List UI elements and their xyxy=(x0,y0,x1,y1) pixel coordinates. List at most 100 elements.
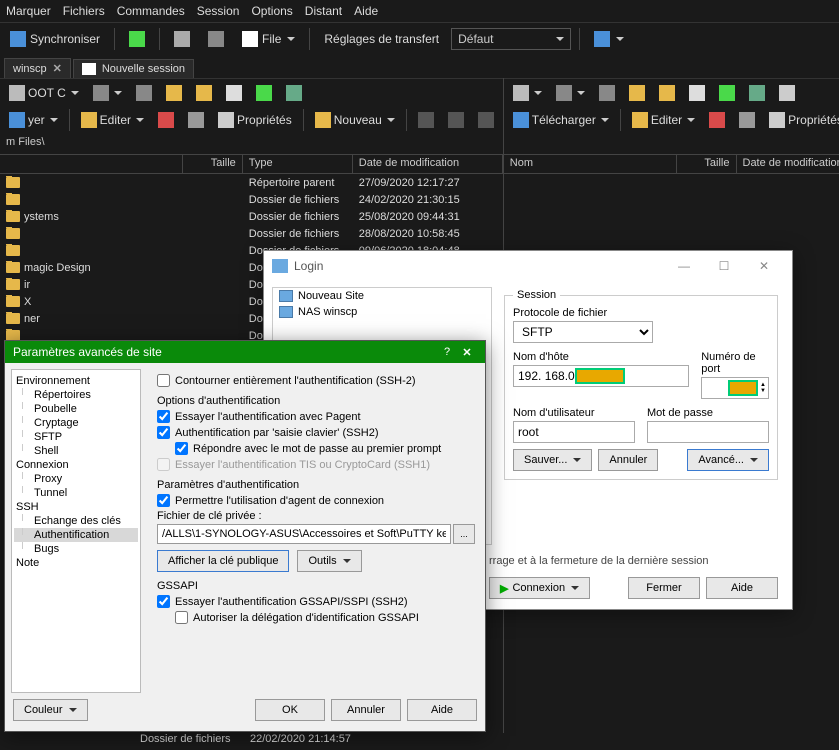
protocol-select[interactable]: SFTP xyxy=(513,321,653,343)
path-bar[interactable]: m Files\ xyxy=(0,134,503,154)
adv-close-icon[interactable]: ✕ xyxy=(457,346,477,359)
menu-distant[interactable]: Distant xyxy=(305,4,342,18)
ok-button[interactable]: OK xyxy=(255,699,325,721)
nav-refresh[interactable] xyxy=(251,83,277,103)
drive-selector[interactable]: OOT C xyxy=(4,83,84,103)
chk-gssapi[interactable] xyxy=(157,595,170,608)
remote-selector[interactable] xyxy=(508,83,547,103)
maximize-button[interactable]: ☐ xyxy=(704,252,744,280)
site-nas[interactable]: NAS winscp xyxy=(273,304,491,320)
close-button-footer[interactable]: Fermer xyxy=(628,577,700,599)
username-input[interactable] xyxy=(513,421,635,443)
adv-help-button[interactable]: Aide xyxy=(407,699,477,721)
r-tools-button[interactable] xyxy=(734,110,760,130)
adv-cancel-button[interactable]: Annuler xyxy=(331,699,401,721)
tab-new-session[interactable]: Nouvelle session xyxy=(73,59,194,78)
nav-root[interactable] xyxy=(191,83,217,103)
nav-home[interactable] xyxy=(221,83,247,103)
save-button[interactable]: Sauver... xyxy=(513,449,592,471)
table-row[interactable]: Répertoire parent27/09/2020 12:17:27 xyxy=(0,174,503,191)
r-nav-back[interactable] xyxy=(551,83,590,103)
tree-tunnel[interactable]: Tunnel xyxy=(14,486,138,500)
table-row[interactable]: Dossier de fichiers28/08/2020 10:58:45 xyxy=(0,225,503,242)
terminal-button[interactable] xyxy=(473,110,499,130)
btn-refresh-global[interactable] xyxy=(588,28,630,50)
chk-gssapi-delegate[interactable] xyxy=(175,611,188,624)
r-edit-button[interactable]: Editer xyxy=(627,110,700,130)
tree-shell[interactable]: Shell xyxy=(14,444,138,458)
r-nav-home[interactable] xyxy=(684,83,710,103)
tree-ssh[interactable]: SSH xyxy=(14,500,138,514)
site-new[interactable]: Nouveau Site xyxy=(273,288,491,304)
tree-cryptage[interactable]: Cryptage xyxy=(14,416,138,430)
nav-fwd[interactable] xyxy=(131,83,157,103)
menu-options[interactable]: Options xyxy=(251,4,292,18)
plus-button[interactable] xyxy=(413,110,439,130)
menu-session[interactable]: Session xyxy=(197,4,240,18)
col-name[interactable] xyxy=(0,155,183,173)
col-type[interactable]: Type xyxy=(243,155,353,173)
r-nav-find[interactable] xyxy=(744,83,770,103)
tree-bugs[interactable]: Bugs xyxy=(14,542,138,556)
r-nav-up[interactable] xyxy=(624,83,650,103)
nav-back[interactable] xyxy=(88,83,127,103)
close-button[interactable]: ✕ xyxy=(744,252,784,280)
tree-env[interactable]: Environnement xyxy=(14,374,138,388)
minimize-button[interactable]: — xyxy=(664,252,704,280)
show-key-button[interactable]: Afficher la clé publique xyxy=(157,550,289,572)
help-button[interactable]: Aide xyxy=(706,577,778,599)
minus-button[interactable] xyxy=(443,110,469,130)
tree-auth[interactable]: Authentification xyxy=(14,528,138,542)
tree-poubelle[interactable]: Poubelle xyxy=(14,402,138,416)
r-col-size[interactable]: Taille xyxy=(677,155,737,173)
r-nav-filter[interactable] xyxy=(774,83,800,103)
close-icon[interactable]: ✕ xyxy=(53,62,62,75)
table-row[interactable]: ystemsDossier de fichiers25/08/2020 09:4… xyxy=(0,208,503,225)
menu-commandes[interactable]: Commandes xyxy=(117,4,185,18)
table-row[interactable]: Dossier de fichiers24/02/2020 21:30:15 xyxy=(0,191,503,208)
col-date[interactable]: Date de modification xyxy=(353,155,503,173)
r-col-date[interactable]: Date de modification xyxy=(737,155,839,173)
nav-up[interactable] xyxy=(161,83,187,103)
r-delete-button[interactable] xyxy=(704,110,730,130)
upload-button[interactable]: yer xyxy=(4,110,63,130)
download-button[interactable]: Télécharger xyxy=(508,110,614,130)
delete-button[interactable] xyxy=(153,110,179,130)
cancel-button[interactable]: Annuler xyxy=(598,449,658,471)
r-properties-button[interactable]: Propriétés xyxy=(764,110,839,130)
adv-tree[interactable]: Environnement Répertoires Poubelle Crypt… xyxy=(11,369,141,693)
menu-marquer[interactable]: Marquer xyxy=(6,4,51,18)
port-down[interactable]: ▼ xyxy=(760,388,766,394)
chk-kbauth[interactable] xyxy=(157,426,170,439)
advanced-button[interactable]: Avancé... xyxy=(687,449,769,471)
btn-transfer-icon[interactable] xyxy=(123,28,151,50)
r-path-bar[interactable] xyxy=(504,134,839,154)
tab-winscp[interactable]: winscp✕ xyxy=(4,58,71,78)
tree-proxy[interactable]: Proxy xyxy=(14,472,138,486)
browse-keyfile-button[interactable]: ... xyxy=(453,524,475,544)
new-button[interactable]: Nouveau xyxy=(310,110,400,130)
sync-button[interactable]: Synchroniser xyxy=(4,28,106,50)
tree-conn[interactable]: Connexion xyxy=(14,458,138,472)
menu-aide[interactable]: Aide xyxy=(354,4,378,18)
chk-pagent[interactable] xyxy=(157,410,170,423)
properties-button[interactable]: Propriétés xyxy=(213,110,297,130)
chk-bypass[interactable] xyxy=(157,374,170,387)
transfer-settings-dropdown[interactable]: Défaut xyxy=(451,28,571,50)
r-nav-fwd[interactable] xyxy=(594,83,620,103)
r-col-name[interactable]: Nom xyxy=(504,155,677,173)
menu-fichiers[interactable]: Fichiers xyxy=(63,4,105,18)
chk-reply-pw[interactable] xyxy=(175,442,188,455)
password-input[interactable] xyxy=(647,421,769,443)
nav-find[interactable] xyxy=(281,83,307,103)
tree-sftp[interactable]: SFTP xyxy=(14,430,138,444)
edit-button[interactable]: Editer xyxy=(76,110,149,130)
tree-repertoires[interactable]: Répertoires xyxy=(14,388,138,402)
tools-button[interactable] xyxy=(183,110,209,130)
btn-gear[interactable] xyxy=(202,28,230,50)
file-menu-button[interactable]: File xyxy=(236,28,301,50)
col-size[interactable]: Taille xyxy=(183,155,243,173)
keyfile-input[interactable] xyxy=(157,524,451,544)
r-nav-root[interactable] xyxy=(654,83,680,103)
tools-button-adv[interactable]: Outils xyxy=(297,550,361,572)
